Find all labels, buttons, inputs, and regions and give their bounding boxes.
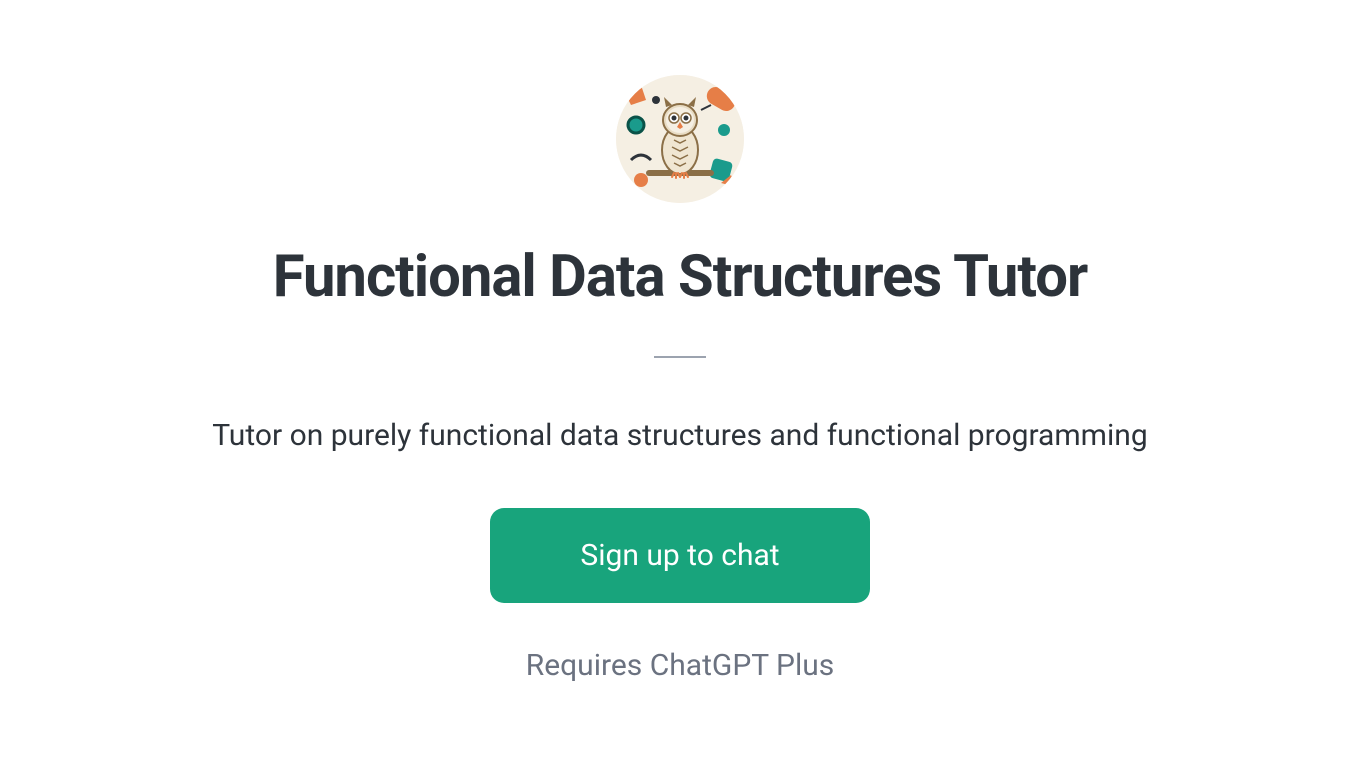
page-title: Functional Data Structures Tutor <box>273 243 1088 311</box>
divider <box>654 356 706 358</box>
owl-avatar-icon <box>616 75 744 203</box>
signup-button[interactable]: Sign up to chat <box>490 508 869 603</box>
avatar <box>616 75 744 203</box>
description-text: Tutor on purely functional data structur… <box>212 418 1147 453</box>
requires-text: Requires ChatGPT Plus <box>526 648 835 683</box>
